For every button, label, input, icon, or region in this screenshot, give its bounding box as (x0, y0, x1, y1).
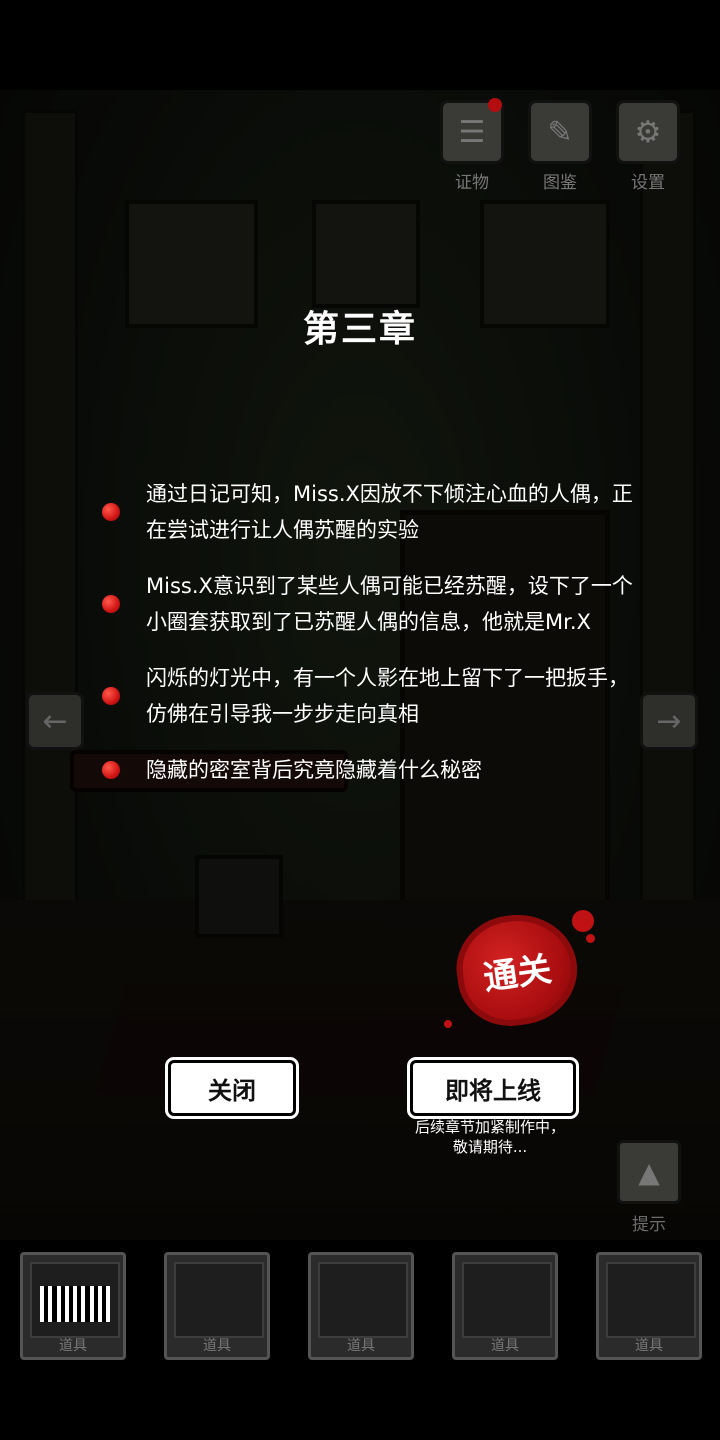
slot-frame (318, 1262, 408, 1338)
summary-item-text: 通过日记可知，Miss.X因放不下倾注心血的人偶，正在尝试进行让人偶苏醒的实验 (146, 482, 633, 542)
slot-label: 道具 (347, 1338, 375, 1354)
gear-icon: ⚙ (616, 100, 680, 164)
inventory-slot[interactable]: 道具 (596, 1252, 702, 1360)
red-dot-icon (102, 761, 120, 779)
settings-button[interactable]: ⚙ 设置 (616, 100, 680, 193)
red-dot-icon (102, 595, 120, 613)
inventory-bar: 道具 道具 道具 道具 道具 (0, 1250, 720, 1360)
inventory-slot[interactable]: 道具 (452, 1252, 558, 1360)
hint-label: 提示 (632, 1215, 666, 1235)
barcode-card-icon (40, 1286, 110, 1322)
seal-text: 通关 (481, 948, 554, 999)
coming-soon-note: 后续章节加紧制作中， 敬请期待... (395, 1117, 585, 1157)
gallery-label: 图鉴 (543, 173, 577, 193)
book-pen-icon: ✎ (528, 100, 592, 164)
summary-item-text: Miss.X意识到了某些人偶可能已经苏醒，设下了一个小圈套获取到了已苏醒人偶的信… (146, 574, 633, 634)
inventory-slot[interactable]: 道具 (308, 1252, 414, 1360)
slot-label: 道具 (59, 1338, 87, 1354)
summary-item: 隐藏的密室背后究竟隐藏着什么秘密 (100, 752, 640, 788)
coming-soon-note-line2: 敬请期待... (452, 1138, 528, 1156)
chapter-summary-list: 通过日记可知，Miss.X因放不下倾注心血的人偶，正在尝试进行让人偶苏醒的实验 … (100, 476, 640, 808)
summary-item-text: 隐藏的密室背后究竟隐藏着什么秘密 (146, 758, 482, 782)
red-dot-icon (102, 503, 120, 521)
red-dot-icon (102, 687, 120, 705)
slot-frame (30, 1262, 120, 1338)
evidence-label: 证物 (455, 173, 489, 193)
slot-frame (174, 1262, 264, 1338)
slot-frame (606, 1262, 696, 1338)
slot-frame (462, 1262, 552, 1338)
summary-item-text: 闪烁的灯光中，有一个人影在地上留下了一把扳手，仿佛在引导我一步步走向真相 (146, 666, 629, 726)
inventory-slot[interactable]: 道具 (20, 1252, 126, 1360)
chapter-title: 第三章 (302, 309, 417, 350)
wax-drip (572, 910, 594, 932)
arrow-right-icon[interactable]: → (640, 692, 698, 750)
slot-label: 道具 (491, 1338, 519, 1354)
hint-button[interactable]: ▲ 提示 (617, 1140, 681, 1235)
gallery-button[interactable]: ✎ 图鉴 (528, 100, 592, 193)
evidence-button[interactable]: ☰ 证物 (440, 100, 504, 193)
settings-label: 设置 (631, 173, 665, 193)
wax-drip (586, 934, 595, 943)
wax-drip (444, 1020, 452, 1028)
arrow-left-icon[interactable]: ← (26, 692, 84, 750)
summary-item: Miss.X意识到了某些人偶可能已经苏醒，设下了一个小圈套获取到了已苏醒人偶的信… (100, 568, 640, 640)
eye-pyramid-icon: ▲ (617, 1140, 681, 1204)
slot-label: 道具 (203, 1338, 231, 1354)
close-button[interactable]: 关闭 (165, 1057, 299, 1119)
coming-soon-note-line1: 后续章节加紧制作中， (414, 1118, 565, 1136)
summary-item: 通过日记可知，Miss.X因放不下倾注心血的人偶，正在尝试进行让人偶苏醒的实验 (100, 476, 640, 548)
notification-dot (488, 98, 502, 112)
coming-soon-button[interactable]: 即将上线 (407, 1057, 579, 1119)
inventory-slot[interactable]: 道具 (164, 1252, 270, 1360)
slot-label: 道具 (635, 1338, 663, 1354)
summary-item: 闪烁的灯光中，有一个人影在地上留下了一把扳手，仿佛在引导我一步步走向真相 (100, 660, 640, 732)
